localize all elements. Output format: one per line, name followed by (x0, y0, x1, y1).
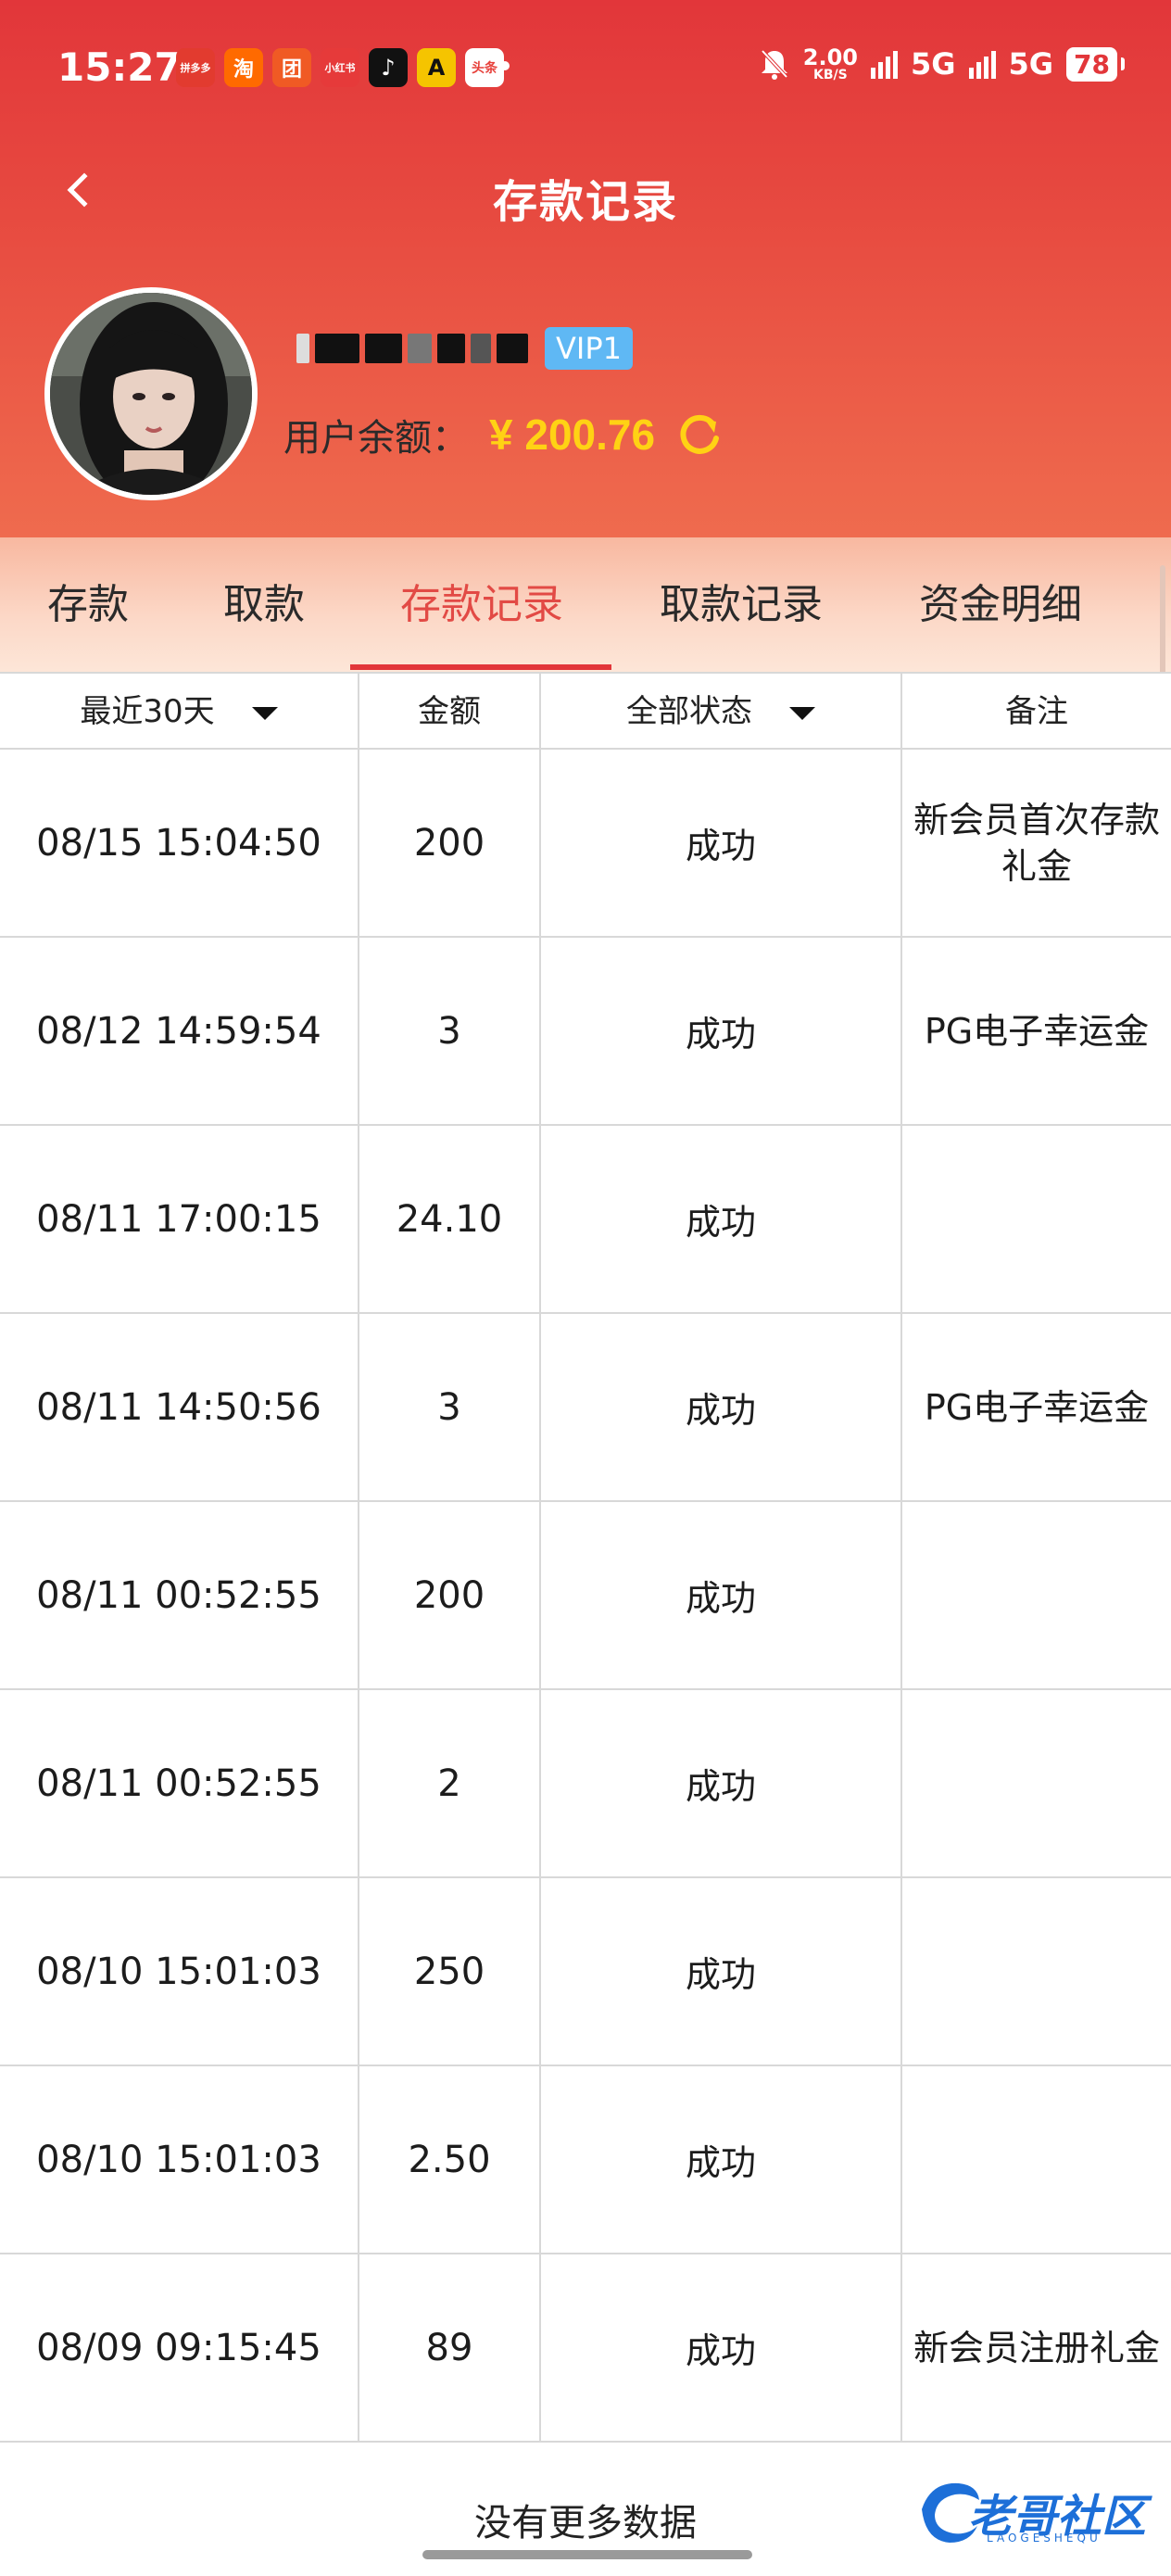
tab-deposit-records[interactable]: 存款记录 (361, 537, 602, 672)
tabs-scrollbar[interactable] (1160, 565, 1165, 686)
status-bar: 15:27 拼多多 淘 团 小红书 ♪ A 头条 2.00 KB/S 5G 5G… (0, 0, 1171, 139)
watermark-sub: LAOGESHEQU (987, 2532, 1102, 2544)
row-time: 08/09 09:15:45 (0, 2254, 359, 2441)
row-status: 成功 (541, 2254, 902, 2441)
status-app-icons: 拼多多 淘 团 小红书 ♪ A 头条 (176, 48, 504, 87)
page-title: 存款记录 (492, 176, 678, 228)
row-note: PG电子幸运金 (924, 1386, 1150, 1428)
row-status: 成功 (541, 1690, 902, 1876)
profile-card: VIP1 用户余额： ¥ 200.76 (0, 283, 1171, 505)
table-row[interactable]: 08/11 00:52:55 200 成功 (0, 1502, 1171, 1690)
row-time: 08/11 00:52:55 (0, 1502, 359, 1688)
balance-value: ¥ 200.76 (489, 410, 656, 459)
row-time: 08/10 15:01:03 (0, 1878, 359, 2065)
row-note (902, 1690, 1171, 1876)
home-indicator[interactable] (422, 2550, 752, 2559)
mute-bell-icon (761, 49, 788, 80)
notification-dot-icon (500, 61, 510, 70)
table-row[interactable]: 08/12 14:59:54 3 成功 PG电子幸运金 (0, 938, 1171, 1126)
row-amount: 3 (359, 1314, 541, 1500)
row-note (902, 1502, 1171, 1688)
table-row[interactable]: 08/11 17:00:15 24.10 成功 (0, 1126, 1171, 1314)
row-amount: 250 (359, 1878, 541, 2065)
tab-deposit[interactable]: 存款 (19, 537, 157, 672)
net-speed-unit: KB/S (813, 68, 848, 82)
row-status: 成功 (541, 1126, 902, 1312)
row-time: 08/15 15:04:50 (0, 750, 359, 936)
tab-withdraw[interactable]: 取款 (195, 537, 334, 672)
row-time: 08/11 17:00:15 (0, 1126, 359, 1312)
row-amount: 2 (359, 1690, 541, 1876)
row-status: 成功 (541, 1502, 902, 1688)
row-note (902, 2066, 1171, 2253)
row-time: 08/11 00:52:55 (0, 1690, 359, 1876)
row-status: 成功 (541, 938, 902, 1124)
table-row[interactable]: 08/15 15:04:50 200 成功 新会员首次存款礼金 (0, 750, 1171, 938)
row-amount: 200 (359, 1502, 541, 1688)
row-status: 成功 (541, 1878, 902, 2065)
watermark-logo: 老哥社区 LAOGESHEQU (913, 2472, 1153, 2546)
row-note (902, 1878, 1171, 2065)
table-row[interactable]: 08/09 09:15:45 89 成功 新会员注册礼金 (0, 2254, 1171, 2443)
app-tiktok-icon: ♪ (369, 48, 408, 87)
row-time: 08/10 15:01:03 (0, 2066, 359, 2253)
avatar[interactable] (44, 287, 258, 500)
balance-row: 用户余额： ¥ 200.76 (283, 408, 724, 461)
row-amount: 2.50 (359, 2066, 541, 2253)
status-right: 2.00 KB/S 5G 5G 78 (759, 46, 1125, 82)
net-speed-value: 2.00 (802, 44, 858, 70)
row-amount: 89 (359, 2254, 541, 2441)
row-note: PG电子幸运金 (924, 1010, 1150, 1052)
balance-label: 用户余额： (283, 417, 469, 460)
battery-icon: 78 (1066, 46, 1125, 82)
nav-bar: 存款记录 (0, 148, 1171, 232)
row-note (902, 1126, 1171, 1312)
row-time: 08/12 14:59:54 (0, 938, 359, 1124)
table-header: 最近30天 金额 全部状态 备注 (0, 672, 1171, 750)
row-note: 新会员首次存款礼金 (913, 799, 1161, 887)
table-row[interactable]: 08/11 00:52:55 2 成功 (0, 1690, 1171, 1878)
network-type-1: 5G (910, 46, 956, 82)
signal-icon (870, 49, 898, 79)
table-row[interactable]: 08/11 14:50:56 3 成功 PG电子幸运金 (0, 1314, 1171, 1502)
app-pinduoduo-icon: 拼多多 (176, 48, 215, 87)
table-row[interactable]: 08/10 15:01:03 250 成功 (0, 1878, 1171, 2066)
refresh-icon[interactable] (675, 410, 724, 459)
caret-down-icon (789, 706, 815, 720)
tab-bar: 存款 取款 存款记录 取款记录 资金明细 (0, 537, 1171, 672)
caret-down-icon (251, 706, 278, 720)
tab-fund-details[interactable]: 资金明细 (889, 537, 1112, 672)
username-masked (296, 327, 542, 370)
period-filter-dropdown[interactable]: 最近30天 (0, 674, 359, 750)
net-speed: 2.00 KB/S (803, 46, 858, 82)
signal-icon (968, 49, 996, 79)
tab-active-indicator (350, 664, 611, 670)
table-row[interactable]: 08/10 15:01:03 2.50 成功 (0, 2066, 1171, 2254)
vip-badge: VIP1 (545, 327, 633, 370)
row-time: 08/11 14:50:56 (0, 1314, 359, 1500)
row-amount: 24.10 (359, 1126, 541, 1312)
row-status: 成功 (541, 2066, 902, 2253)
tab-withdraw-records[interactable]: 取款记录 (630, 537, 852, 672)
status-time: 15:27 (57, 44, 182, 90)
note-header: 备注 (1005, 693, 1068, 730)
app-taobao-icon: 淘 (224, 48, 263, 87)
row-note: 新会员注册礼金 (913, 2327, 1161, 2368)
amount-header: 金额 (359, 674, 541, 750)
app-a-icon: A (417, 48, 456, 87)
app-toutiao-icon: 头条 (465, 48, 504, 87)
row-amount: 3 (359, 938, 541, 1124)
status-filter-label: 全部状态 (626, 693, 752, 730)
row-amount: 200 (359, 750, 541, 936)
app-xiaohongshu-icon: 小红书 (321, 48, 359, 87)
avatar-portrait-icon (50, 293, 252, 495)
header: 15:27 拼多多 淘 团 小红书 ♪ A 头条 2.00 KB/S 5G 5G… (0, 0, 1171, 537)
period-filter-label: 最近30天 (80, 693, 215, 730)
row-status: 成功 (541, 750, 902, 936)
row-status: 成功 (541, 1314, 902, 1500)
app-meituan-icon: 团 (272, 48, 311, 87)
network-type-2: 5G (1008, 46, 1054, 82)
status-filter-dropdown[interactable]: 全部状态 (541, 674, 902, 750)
